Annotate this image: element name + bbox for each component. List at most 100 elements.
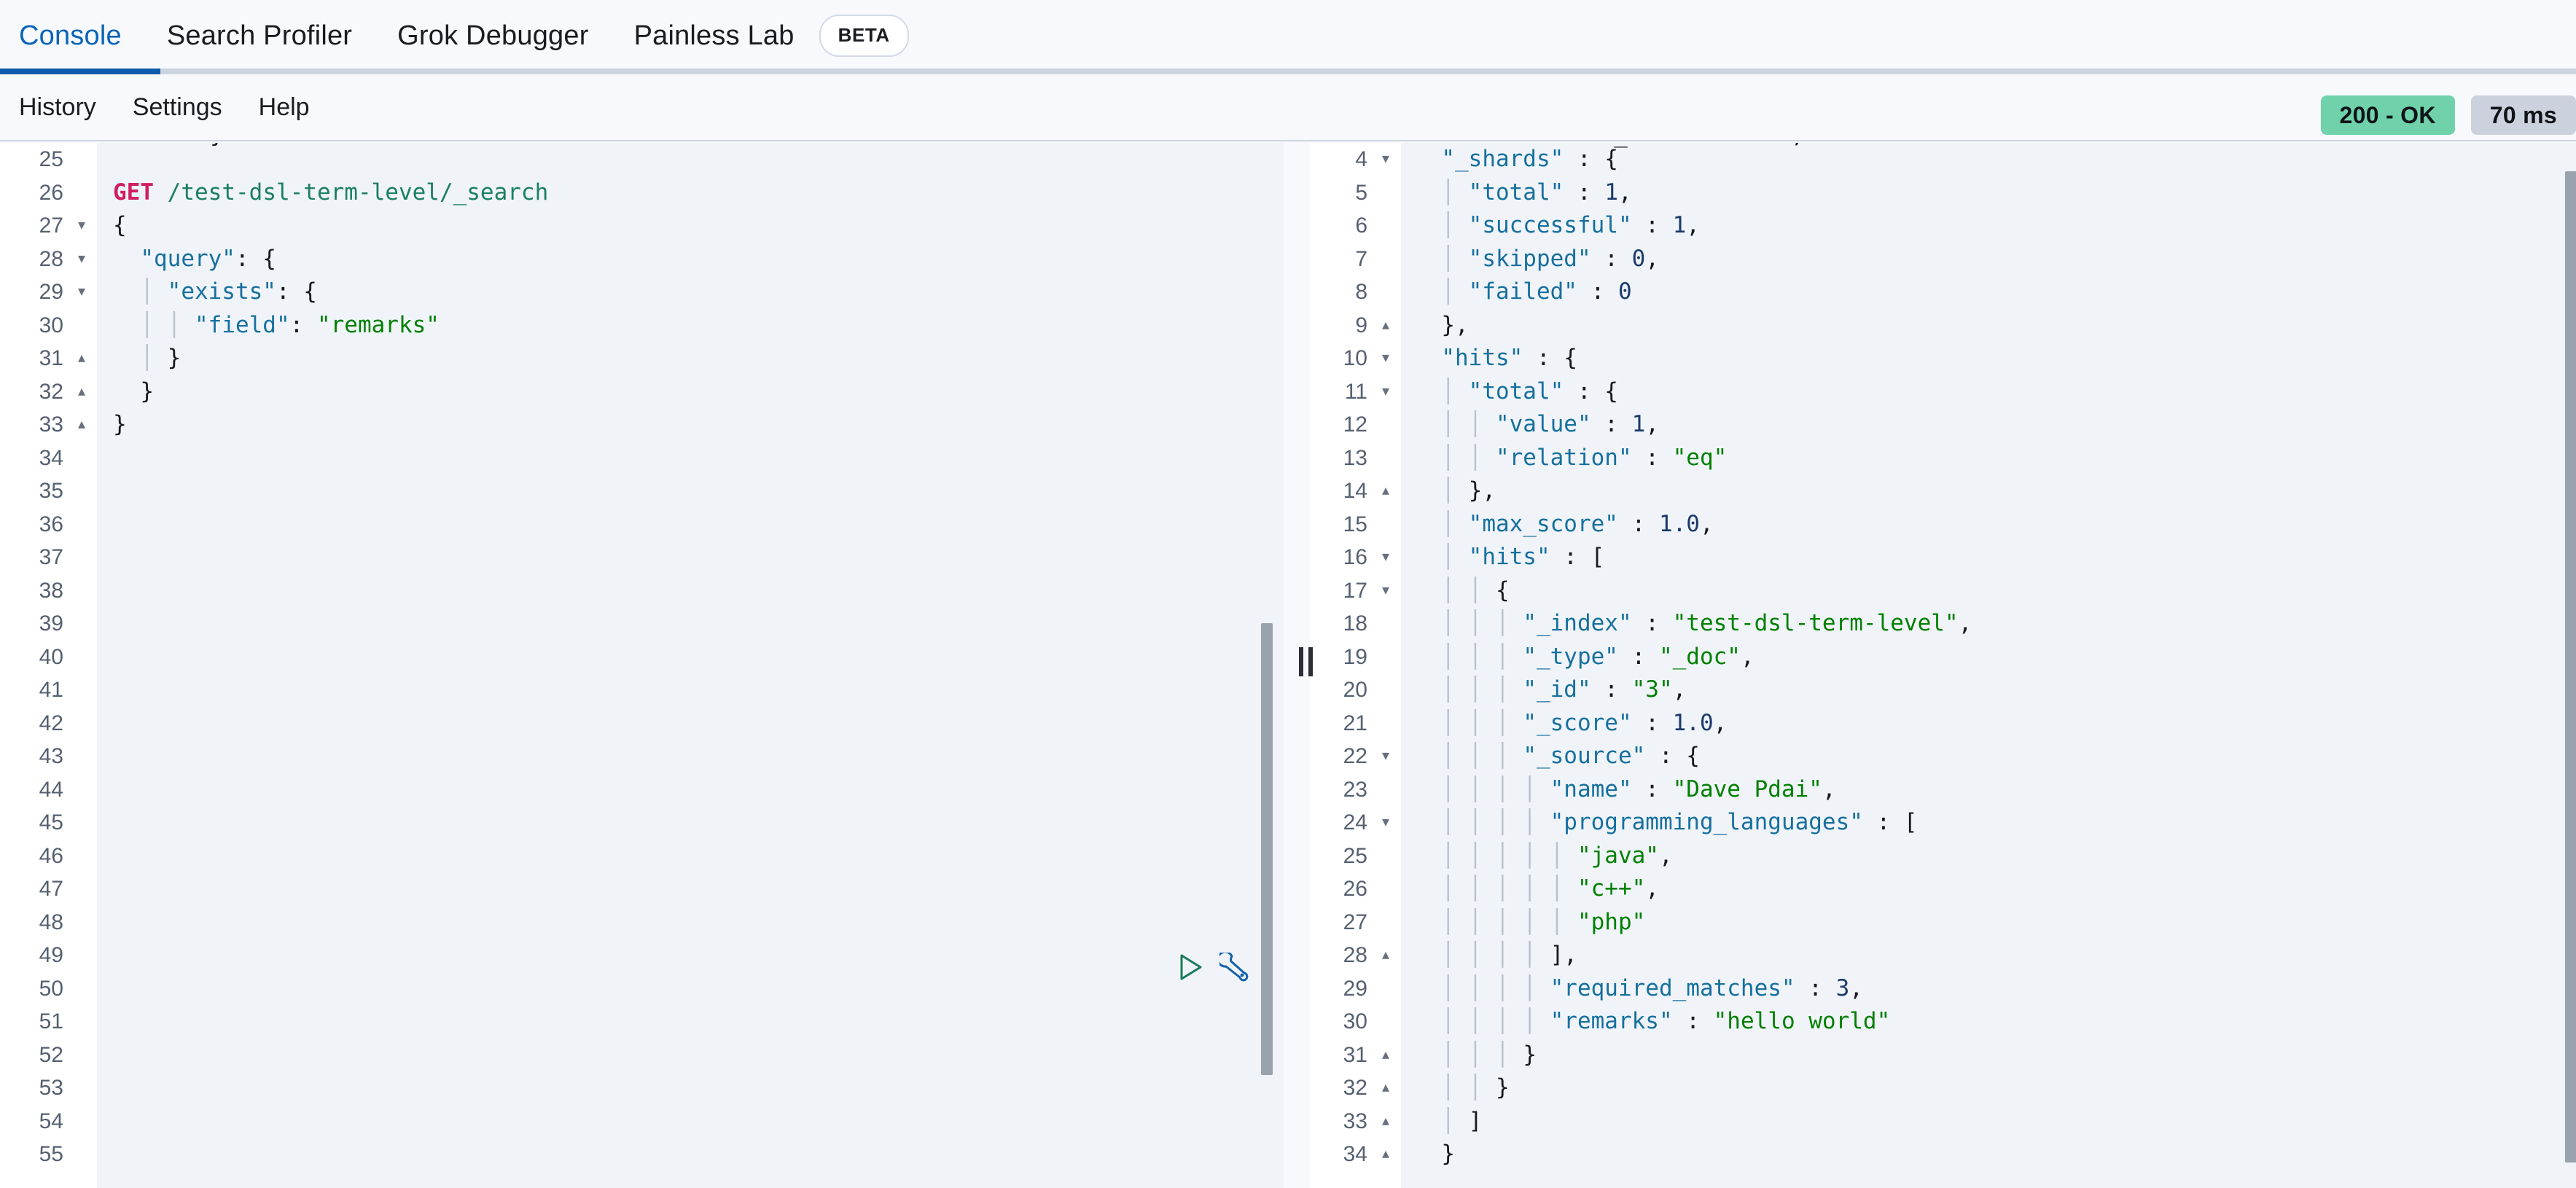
tab-search-profiler[interactable]: Search Profiler [167, 22, 352, 50]
response-code-line[interactable]: │ │ │ "_id" : "3", [1414, 673, 2576, 707]
request-code-area[interactable]: } GET /test-dsl-term-level/_search{ "que… [97, 143, 1284, 1188]
request-line-number[interactable]: 41 [0, 673, 97, 707]
request-line-number[interactable]: 55 [0, 1138, 97, 1171]
play-icon[interactable] [1179, 953, 1203, 981]
response-line-number[interactable]: 24▾ [1310, 806, 1401, 840]
response-line-number[interactable]: 15 [1310, 508, 1401, 542]
request-line-number[interactable]: 32▴ [0, 375, 97, 409]
chevron-up-icon[interactable]: ▴ [1382, 1039, 1389, 1072]
response-code-line[interactable]: │ "max_score" : 1.0, [1414, 508, 2576, 542]
request-line-number[interactable]: 39 [0, 607, 97, 641]
request-code-line[interactable]: │ │ "field": "remarks" [113, 309, 1284, 343]
response-code-line[interactable]: │ ] [1414, 1105, 2576, 1138]
chevron-down-icon[interactable]: ▾ [78, 275, 85, 309]
response-line-number[interactable]: 8 [1310, 275, 1401, 309]
request-code-line[interactable] [113, 1039, 1284, 1072]
response-line-number[interactable]: 29 [1310, 972, 1401, 1006]
response-line-number[interactable]: 7 [1310, 243, 1401, 276]
request-code-line[interactable] [113, 906, 1284, 939]
response-line-number[interactable]: 20 [1310, 673, 1401, 707]
request-editor-pane[interactable]: 252627▾28▾29▾3031▴32▴33▴3435363738394041… [0, 143, 1284, 1188]
response-line-number-gutter[interactable]: 4▾56789▴10▾11▾121314▴1516▾17▾1819202122▾… [1310, 143, 1401, 1188]
response-code-line[interactable]: "hits" : { [1414, 342, 2576, 375]
response-line-number[interactable]: 13 [1310, 442, 1401, 475]
request-code-line[interactable] [113, 508, 1284, 542]
tab-painless-lab[interactable]: Painless Lab [634, 22, 795, 50]
response-line-number[interactable]: 12 [1310, 408, 1401, 442]
chevron-up-icon[interactable]: ▴ [78, 375, 85, 409]
response-line-number[interactable]: 31▴ [1310, 1039, 1401, 1072]
chevron-down-icon[interactable]: ▾ [1382, 143, 1389, 176]
request-line-number[interactable]: 40 [0, 641, 97, 674]
response-line-number[interactable]: 26 [1310, 872, 1401, 906]
request-code-line[interactable] [113, 939, 1284, 972]
request-code-line[interactable] [113, 806, 1284, 840]
request-code-line[interactable]: } [113, 375, 1284, 409]
response-line-number[interactable]: 11▾ [1310, 375, 1401, 409]
request-code-line[interactable]: │ "exists": { [113, 275, 1284, 309]
chevron-up-icon[interactable]: ▴ [78, 408, 85, 442]
request-line-number[interactable]: 53 [0, 1071, 97, 1105]
request-line-number[interactable]: 52 [0, 1039, 97, 1072]
request-line-number-gutter[interactable]: 252627▾28▾29▾3031▴32▴33▴3435363738394041… [0, 143, 97, 1188]
request-line-number[interactable]: 29▾ [0, 275, 97, 309]
request-code-line[interactable] [113, 1138, 1284, 1171]
pane-resize-handle[interactable] [1299, 647, 1315, 676]
response-code-line[interactable]: │ "failed" : 0 [1414, 275, 2576, 309]
response-line-number[interactable]: 30 [1310, 1005, 1401, 1039]
response-line-number[interactable]: 21 [1310, 707, 1401, 740]
response-code-line[interactable]: │ │ │ │ "remarks" : "hello world" [1414, 1005, 2576, 1039]
response-line-number[interactable]: 33▴ [1310, 1105, 1401, 1138]
request-code-line[interactable] [113, 707, 1284, 740]
response-viewer-pane[interactable]: 4▾56789▴10▾11▾121314▴1516▾17▾1819202122▾… [1310, 143, 2576, 1188]
response-line-number[interactable]: 27 [1310, 906, 1401, 939]
response-line-number[interactable]: 9▴ [1310, 309, 1401, 343]
chevron-down-icon[interactable]: ▾ [1382, 342, 1389, 375]
wrench-icon[interactable] [1219, 953, 1250, 982]
request-code-line[interactable]: │ } [113, 342, 1284, 375]
request-line-number[interactable]: 36 [0, 508, 97, 542]
request-line-number[interactable]: 45 [0, 806, 97, 840]
request-line-number[interactable]: 34 [0, 442, 97, 475]
chevron-down-icon[interactable]: ▾ [78, 243, 85, 276]
request-line-number[interactable]: 38 [0, 574, 97, 608]
response-line-number[interactable]: 17▾ [1310, 574, 1401, 608]
response-code-line[interactable]: │ │ │ │ ], [1414, 939, 2576, 972]
chevron-up-icon[interactable]: ▴ [1382, 1071, 1389, 1105]
response-line-number[interactable]: 34▴ [1310, 1138, 1401, 1171]
chevron-up-icon[interactable]: ▴ [1382, 1138, 1389, 1171]
chevron-down-icon[interactable]: ▾ [1382, 541, 1389, 574]
request-line-number[interactable]: 30 [0, 309, 97, 343]
request-line-number[interactable]: 35 [0, 474, 97, 508]
request-line-number[interactable]: 33▴ [0, 408, 97, 442]
response-code-line[interactable]: │ │ │ │ "name" : "Dave Pdai", [1414, 773, 2576, 807]
response-viewer-scrollbar[interactable] [2565, 171, 2576, 1162]
request-line-number[interactable]: 48 [0, 906, 97, 939]
request-editor-scrollbar[interactable] [1261, 623, 1273, 1075]
chevron-down-icon[interactable]: ▾ [1382, 574, 1389, 608]
response-line-number[interactable]: 23 [1310, 773, 1401, 807]
request-code-line[interactable]: "query": { [113, 243, 1284, 276]
chevron-up-icon[interactable]: ▴ [1382, 474, 1389, 508]
request-line-number[interactable]: 49 [0, 939, 97, 972]
response-code-line[interactable]: │ │ │ "_index" : "test-dsl-term-level", [1414, 607, 2576, 641]
chevron-down-icon[interactable]: ▾ [1382, 375, 1389, 409]
request-code-line[interactable] [113, 972, 1284, 1006]
response-line-number[interactable]: 25 [1310, 840, 1401, 873]
request-code-line[interactable] [113, 1105, 1284, 1138]
request-line-number[interactable]: 25 [0, 143, 97, 176]
request-code-line[interactable] [113, 773, 1284, 807]
chevron-up-icon[interactable]: ▴ [78, 342, 85, 375]
request-code-line[interactable] [113, 740, 1284, 773]
request-code-line[interactable]: } [113, 408, 1284, 442]
chevron-down-icon[interactable]: ▾ [78, 209, 85, 243]
request-line-number[interactable]: 50 [0, 972, 97, 1006]
request-line-number[interactable]: 51 [0, 1005, 97, 1039]
request-line-number[interactable]: 54 [0, 1105, 97, 1138]
chevron-up-icon[interactable]: ▴ [1382, 309, 1389, 343]
response-code-line[interactable]: │ │ │ "_type" : "_doc", [1414, 641, 2576, 674]
response-code-line[interactable]: │ │ "relation" : "eq" [1414, 442, 2576, 475]
request-code-line[interactable] [113, 641, 1284, 674]
request-line-number[interactable]: 28▾ [0, 243, 97, 276]
chevron-down-icon[interactable]: ▾ [1382, 806, 1389, 840]
